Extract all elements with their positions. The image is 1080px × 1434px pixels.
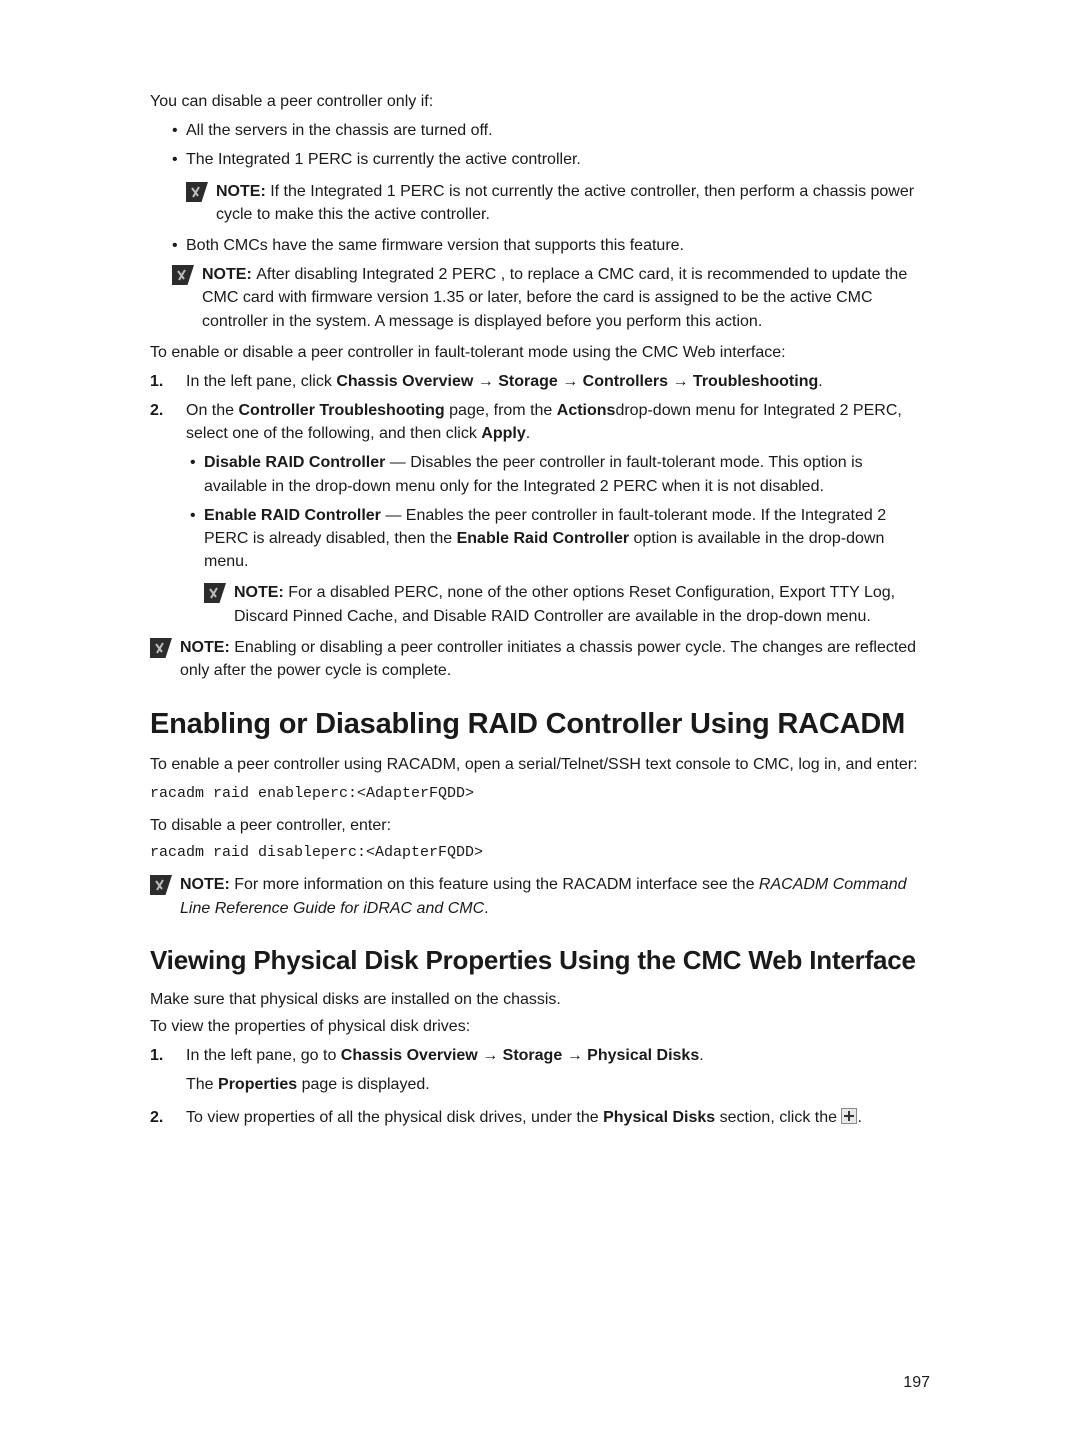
nav-path: Physical Disks bbox=[587, 1047, 699, 1064]
requirement-text: The Integrated 1 PERC is currently the a… bbox=[186, 151, 581, 168]
note-body: For a disabled PERC, none of the other o… bbox=[234, 584, 895, 624]
note-label: NOTE: bbox=[202, 266, 256, 283]
text: The bbox=[186, 1076, 218, 1093]
note-label: NOTE: bbox=[180, 639, 234, 656]
requirement-item: Both CMCs have the same firmware version… bbox=[172, 234, 930, 257]
requirements-list: All the servers in the chassis are turne… bbox=[150, 119, 930, 257]
paragraph: Make sure that physical disks are instal… bbox=[150, 988, 930, 1011]
step-1: In the left pane, go to Chassis Overview… bbox=[150, 1044, 930, 1096]
page-number: 197 bbox=[903, 1371, 930, 1394]
option-item: Enable RAID Controller — Enables the pee… bbox=[190, 504, 930, 628]
option-label: Disable RAID Controller bbox=[204, 454, 385, 471]
text: . bbox=[484, 900, 488, 917]
procedure-intro: To enable or disable a peer controller i… bbox=[150, 341, 930, 364]
arrow-icon: → bbox=[567, 1044, 583, 1067]
nav-path: Troubleshooting bbox=[693, 373, 818, 390]
note-block: NOTE: For more information on this featu… bbox=[150, 873, 930, 919]
note-label: NOTE: bbox=[180, 876, 234, 893]
note-icon bbox=[172, 265, 194, 285]
note-text: NOTE: For a disabled PERC, none of the o… bbox=[234, 581, 930, 627]
step-2: To view properties of all the physical d… bbox=[150, 1106, 930, 1129]
note-block: NOTE: If the Integrated 1 PERC is not cu… bbox=[186, 180, 930, 226]
note-body: Enabling or disabling a peer controller … bbox=[180, 639, 916, 679]
note-body: After disabling Integrated 2 PERC , to r… bbox=[202, 266, 907, 329]
ui-element: Controller Troubleshooting bbox=[238, 402, 444, 419]
arrow-icon: → bbox=[672, 370, 688, 393]
step-text: page, from the bbox=[445, 402, 557, 419]
step-text: section, click the bbox=[715, 1109, 841, 1126]
note-block: NOTE: Enabling or disabling a peer contr… bbox=[150, 636, 930, 682]
step-text: To view properties of all the physical d… bbox=[186, 1109, 603, 1126]
nav-path: Controllers bbox=[583, 373, 668, 390]
requirement-item: All the servers in the chassis are turne… bbox=[172, 119, 930, 142]
arrow-icon: → bbox=[482, 1044, 498, 1067]
intro-paragraph: You can disable a peer controller only i… bbox=[150, 90, 930, 113]
note-body: If the Integrated 1 PERC is not currentl… bbox=[216, 183, 914, 223]
arrow-icon: → bbox=[562, 370, 578, 393]
section-heading-racadm: Enabling or Diasabling RAID Controller U… bbox=[150, 708, 930, 741]
note-body: For more information on this feature usi… bbox=[234, 876, 759, 893]
inline-bold: Enable Raid Controller bbox=[457, 530, 629, 547]
paragraph: To view the properties of physical disk … bbox=[150, 1015, 930, 1038]
option-item: Disable RAID Controller — Disables the p… bbox=[190, 451, 930, 497]
note-text: NOTE: For more information on this featu… bbox=[180, 873, 930, 919]
ui-element: Apply bbox=[481, 425, 525, 442]
note-icon bbox=[204, 583, 226, 603]
note-text: NOTE: Enabling or disabling a peer contr… bbox=[180, 636, 930, 682]
arrow-icon: → bbox=[478, 370, 494, 393]
code-block: racadm raid enableperc:<AdapterFQDD> bbox=[150, 783, 930, 805]
nav-path: Storage bbox=[498, 373, 558, 390]
note-label: NOTE: bbox=[216, 183, 270, 200]
text: . bbox=[857, 1109, 861, 1126]
step-text: In the left pane, click bbox=[186, 373, 336, 390]
step-1: In the left pane, click Chassis Overview… bbox=[150, 370, 930, 393]
procedure-steps: In the left pane, go to Chassis Overview… bbox=[150, 1044, 930, 1130]
nav-path: Storage bbox=[503, 1047, 563, 1064]
note-text: NOTE: If the Integrated 1 PERC is not cu… bbox=[216, 180, 930, 226]
option-label: Enable RAID Controller bbox=[204, 507, 381, 524]
note-label: NOTE: bbox=[234, 584, 288, 601]
step-text: On the bbox=[186, 402, 238, 419]
note-block: NOTE: For a disabled PERC, none of the o… bbox=[204, 581, 930, 627]
requirement-item: The Integrated 1 PERC is currently the a… bbox=[172, 148, 930, 226]
ui-element: Properties bbox=[218, 1076, 297, 1093]
code-block: racadm raid disableperc:<AdapterFQDD> bbox=[150, 842, 930, 864]
nav-path: Chassis Overview bbox=[336, 373, 473, 390]
section-heading-physical-disks: Viewing Physical Disk Properties Using t… bbox=[150, 946, 930, 976]
ui-element: Physical Disks bbox=[603, 1109, 715, 1126]
note-text: NOTE: After disabling Integrated 2 PERC … bbox=[202, 263, 930, 333]
text: page is displayed. bbox=[297, 1076, 430, 1093]
nav-path: Chassis Overview bbox=[341, 1047, 478, 1064]
note-icon bbox=[150, 875, 172, 895]
note-icon bbox=[186, 182, 208, 202]
procedure-steps: In the left pane, click Chassis Overview… bbox=[150, 370, 930, 628]
note-icon bbox=[150, 638, 172, 658]
step-subtext: The Properties page is displayed. bbox=[186, 1073, 930, 1096]
ui-element: Actions bbox=[557, 402, 616, 419]
note-block: NOTE: After disabling Integrated 2 PERC … bbox=[172, 263, 930, 333]
text: . bbox=[699, 1047, 703, 1064]
options-list: Disable RAID Controller — Disables the p… bbox=[186, 451, 930, 627]
step-text: In the left pane, go to bbox=[186, 1047, 341, 1064]
section-intro: To enable a peer controller using RACADM… bbox=[150, 753, 930, 776]
plus-icon bbox=[841, 1108, 857, 1124]
paragraph: To disable a peer controller, enter: bbox=[150, 814, 930, 837]
text: . bbox=[818, 373, 822, 390]
step-2: On the Controller Troubleshooting page, … bbox=[150, 399, 930, 628]
document-page: You can disable a peer controller only i… bbox=[0, 0, 1080, 1434]
text: . bbox=[526, 425, 530, 442]
